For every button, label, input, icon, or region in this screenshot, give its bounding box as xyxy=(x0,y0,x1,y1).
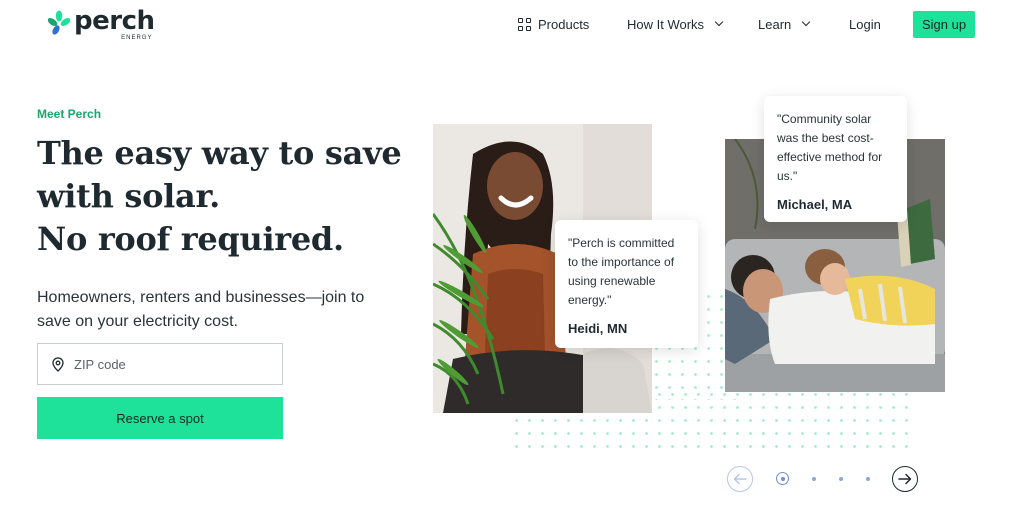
testimonial-author: Michael, MA xyxy=(777,197,853,212)
nav-learn-label: Learn xyxy=(758,16,792,32)
testimonial-quote: "Community solar was the best cost-effec… xyxy=(777,112,883,183)
hero-eyebrow: Meet Perch xyxy=(37,107,102,121)
carousel-dot-2[interactable] xyxy=(812,477,816,481)
nav-login-label: Login xyxy=(849,16,881,32)
nav-login[interactable]: Login xyxy=(849,10,881,38)
nav-learn[interactable]: Learn xyxy=(758,10,811,38)
nav-how-it-works[interactable]: How It Works xyxy=(627,10,724,38)
leaf-logo-icon xyxy=(48,10,70,35)
reserve-spot-button[interactable]: Reserve a spot xyxy=(37,397,283,439)
nav-products-label: Products xyxy=(538,16,590,32)
signup-button[interactable]: Sign up xyxy=(913,11,975,38)
headline-line-1: The easy way to save xyxy=(37,134,402,172)
carousel-next-button[interactable] xyxy=(892,466,918,492)
chevron-down-icon xyxy=(714,17,724,27)
location-pin-icon xyxy=(52,356,64,372)
testimonial-quote: "Perch is committed to the importance of… xyxy=(568,236,675,307)
headline-line-2: with solar. xyxy=(37,177,220,215)
nav-how-it-works-label: How It Works xyxy=(627,16,705,32)
testimonial-author: Heidi, MN xyxy=(568,321,628,336)
arrow-left-icon xyxy=(733,473,747,485)
brand-sub: ENERGY xyxy=(121,35,153,41)
carousel-dot-3[interactable] xyxy=(839,477,843,481)
nav-products[interactable]: Products xyxy=(518,10,589,38)
brand-logo[interactable]: perch ENERGY xyxy=(48,6,155,41)
carousel-dot-1[interactable] xyxy=(776,472,789,485)
testimonial-card: "Perch is committed to the importance of… xyxy=(555,220,698,348)
headline-line-3: No roof required. xyxy=(37,218,344,261)
hero-subtext: Homeowners, renters and businesses—join … xyxy=(37,289,365,330)
brand-name: perch xyxy=(74,6,155,36)
carousel-dot-4[interactable] xyxy=(866,477,870,481)
zip-field[interactable] xyxy=(37,343,283,385)
hero-headline: The easy way to save with solar. No roof… xyxy=(37,132,402,261)
carousel-prev-button[interactable] xyxy=(727,466,753,492)
arrow-right-icon xyxy=(898,473,912,485)
grid-icon xyxy=(518,17,531,31)
chevron-down-icon xyxy=(802,17,811,27)
testimonial-card: "Community solar was the best cost-effec… xyxy=(764,96,907,222)
zip-input[interactable] xyxy=(74,356,254,372)
